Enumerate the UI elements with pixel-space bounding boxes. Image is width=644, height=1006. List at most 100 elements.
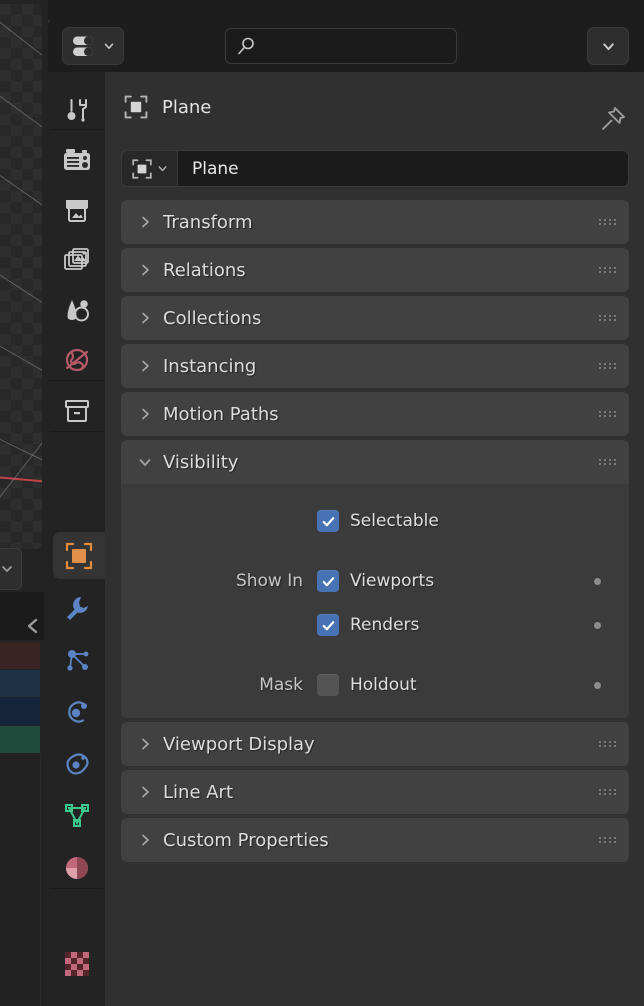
- wrench-icon: [66, 596, 88, 620]
- material-sphere-icon: [65, 856, 88, 879]
- panel-header-collections[interactable]: Collections: [121, 296, 629, 340]
- sidebar-item-modifiers[interactable]: [53, 584, 100, 631]
- editor-type-properties-icon: [72, 36, 93, 56]
- viewport-canvas[interactable]: [0, 4, 42, 549]
- panel-custom-properties: Custom Properties: [121, 818, 629, 862]
- panel-header-line-art[interactable]: Line Art: [121, 770, 629, 814]
- sidebar-item-render[interactable]: [53, 136, 100, 183]
- sidebar-item-physics[interactable]: [53, 688, 100, 735]
- chevron-down-icon: [2, 566, 12, 572]
- object-square-icon: [65, 542, 93, 569]
- panel-title: Motion Paths: [163, 403, 279, 425]
- checkbox-label: Holdout: [350, 675, 417, 695]
- sidebar-item-texture[interactable]: [53, 940, 100, 987]
- panel-header-motion-paths[interactable]: Motion Paths: [121, 392, 629, 436]
- animate-property-dot[interactable]: [594, 577, 601, 585]
- chevron-down-icon: [602, 42, 614, 50]
- object-name-row: [121, 150, 629, 187]
- sidebar-item-collection[interactable]: [53, 387, 100, 434]
- row-spacer: [121, 652, 629, 668]
- panel-header-visibility[interactable]: Visibility: [121, 440, 629, 484]
- panel-motion-paths: Motion Paths: [121, 392, 629, 436]
- panel-header-relations[interactable]: Relations: [121, 248, 629, 292]
- panel-body-visibility: Selectable Show In Viewports Renders Mas…: [121, 484, 629, 718]
- panel-line-art: Line Art: [121, 770, 629, 814]
- search-field[interactable]: [225, 28, 457, 64]
- checkbox-holdout[interactable]: [317, 674, 339, 696]
- outliner-color-strip[interactable]: [0, 642, 40, 669]
- tab-separator: [50, 888, 103, 889]
- sidebar-item-object-data[interactable]: [53, 792, 100, 839]
- sidebar-item-object-constraints[interactable]: [53, 740, 100, 787]
- panel-header-transform[interactable]: Transform: [121, 200, 629, 244]
- checkbox-selectable[interactable]: [317, 510, 339, 532]
- archive-box-icon: [64, 399, 89, 422]
- outliner-color-strip[interactable]: [0, 726, 40, 753]
- grip-dots-icon: [599, 459, 617, 465]
- panel-header-instancing[interactable]: Instancing: [121, 344, 629, 388]
- sidebar-item-particles[interactable]: [53, 636, 100, 683]
- pin-button[interactable]: [600, 106, 626, 136]
- panel-title: Instancing: [163, 355, 257, 377]
- outliner-color-strip[interactable]: [0, 670, 40, 697]
- grip-dots-icon: [599, 363, 617, 369]
- editor-top-gap: [48, 0, 644, 20]
- sidebar-item-scene[interactable]: [53, 286, 100, 333]
- panel-collections: Collections: [121, 296, 629, 340]
- properties-header: [48, 20, 644, 72]
- search-input[interactable]: [262, 38, 442, 54]
- checkbox-show-in-renders[interactable]: [317, 614, 339, 636]
- animate-property-dot[interactable]: [594, 681, 601, 689]
- panel-title: Line Art: [163, 781, 234, 803]
- panel-header-custom-properties[interactable]: Custom Properties: [121, 818, 629, 862]
- object-name-input[interactable]: [177, 150, 629, 187]
- mesh-triangle-icon: [64, 803, 89, 827]
- checker-texture-icon: [64, 951, 89, 976]
- filter-dropdown-button[interactable]: [587, 27, 629, 65]
- panel-title: Visibility: [163, 451, 239, 473]
- panel-list: Transform Relations Collections Instanci…: [121, 200, 629, 866]
- sidebar-item-tool[interactable]: [53, 86, 100, 133]
- check-icon: [322, 620, 334, 630]
- tab-separator: [50, 431, 103, 432]
- panel-collapse-arrow[interactable]: [22, 612, 44, 640]
- panel-relations: Relations: [121, 248, 629, 292]
- chevron-right-icon: [135, 214, 155, 230]
- viewport-overlay-dropdown[interactable]: [0, 548, 22, 590]
- panel-header-viewport-display[interactable]: Viewport Display: [121, 722, 629, 766]
- camera-back-icon: [63, 148, 90, 170]
- property-label: Mask: [259, 675, 303, 695]
- chevron-right-icon: [135, 406, 155, 422]
- sidebar-item-output[interactable]: [53, 186, 100, 233]
- grip-dots-icon: [599, 411, 617, 417]
- breadcrumb-object-name: Plane: [162, 96, 212, 118]
- animate-property-dot[interactable]: [594, 621, 601, 629]
- row-spacer: [121, 548, 629, 564]
- grip-dots-icon: [599, 315, 617, 321]
- property-row-show-in-viewports: Show In Viewports: [121, 564, 629, 598]
- editor-type-button[interactable]: [62, 27, 124, 65]
- chevron-left-icon: [27, 618, 38, 634]
- property-label: Show In: [235, 571, 303, 591]
- check-icon: [322, 516, 334, 526]
- sidebar-item-world[interactable]: [53, 336, 100, 383]
- check-icon: [322, 576, 334, 586]
- chevron-right-icon: [135, 262, 155, 278]
- chevron-down-icon: [135, 454, 155, 470]
- sliver-lower-area: [0, 753, 44, 1006]
- checkbox-show-in-viewports[interactable]: [317, 570, 339, 592]
- properties-content: Plane Plane Transform Relations Collecti…: [105, 72, 644, 1006]
- grip-dots-icon: [599, 267, 617, 273]
- blender-window: Plane Plane Transform Relations Collecti…: [0, 0, 644, 1006]
- sidebar-item-view-layer[interactable]: [53, 236, 100, 283]
- chevron-right-icon: [135, 784, 155, 800]
- sidebar-item-object[interactable]: [53, 532, 105, 579]
- object-id-browse-button[interactable]: [121, 150, 177, 187]
- chevron-right-icon: [135, 832, 155, 848]
- grip-dots-icon: [599, 789, 617, 795]
- checkbox-label: Viewports: [350, 571, 435, 591]
- checkbox-label: Selectable: [350, 511, 439, 531]
- outliner-color-strip[interactable]: [0, 698, 40, 725]
- sidebar-item-material[interactable]: [53, 844, 100, 891]
- chevron-right-icon: [135, 310, 155, 326]
